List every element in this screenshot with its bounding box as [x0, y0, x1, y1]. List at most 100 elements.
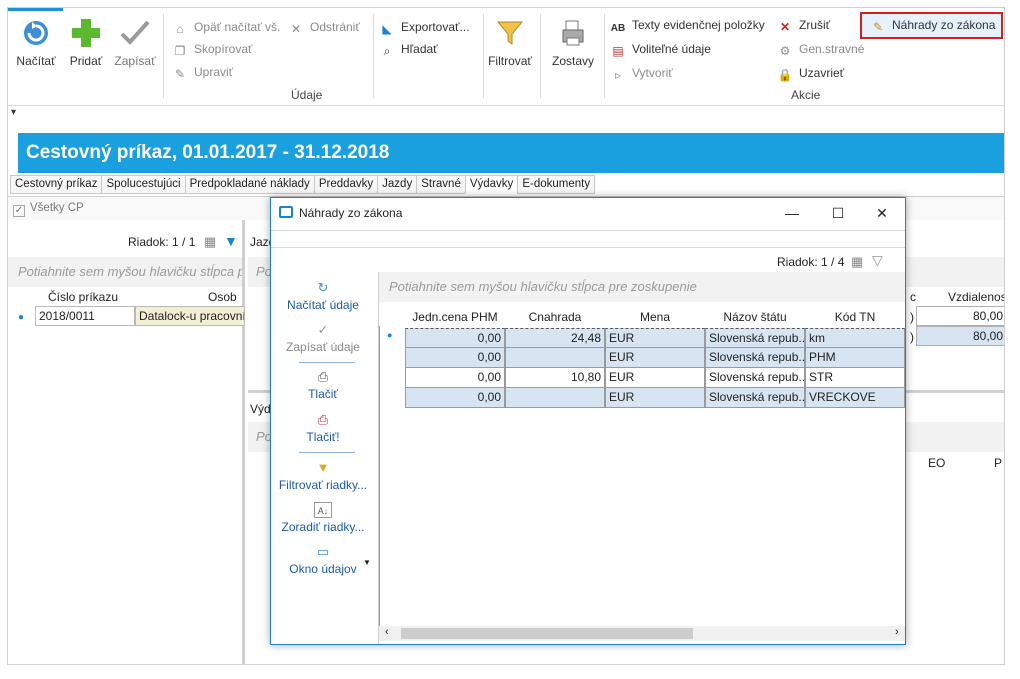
create-button[interactable]: ▹ Vytvoriť — [610, 64, 673, 82]
filter-icon[interactable]: ▼ — [224, 233, 238, 249]
tn-code-cell[interactable]: STR — [805, 368, 905, 388]
column-header-order-number[interactable]: Číslo príkazu — [48, 290, 118, 304]
export-button[interactable]: ◣ Exportovať... — [379, 18, 469, 36]
reload-all-button[interactable]: ⌂ Opäť načítať vš. — [172, 18, 280, 36]
sort-rows-button[interactable]: A↓ Zoradiť riadky... — [271, 502, 375, 534]
grid-left-line — [379, 326, 380, 626]
save-data-button[interactable]: ✓ Zapísať údaje — [271, 322, 375, 354]
all-orders-checkbox[interactable]: ✓ Všetky CP — [13, 202, 84, 217]
filter-icon — [496, 21, 524, 45]
scroll-left-icon[interactable]: ‹ — [385, 626, 389, 638]
tab-meals[interactable]: Stravné — [416, 175, 465, 194]
country-cell[interactable]: Slovenská repub... — [705, 328, 805, 348]
group-hint[interactable]: Potiahnite sem myšou hlavičku stĺpca pre… — [8, 257, 242, 287]
delete-button[interactable]: ✕ Odstrániť — [288, 18, 360, 36]
tab-expected-costs[interactable]: Predpokladané náklady — [184, 175, 314, 194]
paren-2: ) — [910, 330, 914, 344]
country-cell[interactable]: Slovenská repub... — [705, 348, 805, 368]
person-cell[interactable]: Datalock-u pracovník — [135, 306, 245, 326]
filter-icon: ▼ — [316, 460, 330, 475]
divider — [299, 362, 355, 363]
data-window-button[interactable]: ▭ Okno údajov — [271, 544, 375, 576]
fuel-price-cell[interactable]: 0,00 — [405, 328, 505, 348]
column-header-compensation[interactable]: Cnahrada — [505, 308, 605, 326]
row-counter: Riadok: 1 / 1 — [128, 235, 196, 249]
fuel-price-cell[interactable]: 0,00 — [405, 388, 505, 408]
window-icon: ▭ — [316, 544, 330, 559]
tab-e-documents[interactable]: E-dokumenty — [517, 175, 596, 194]
tn-code-cell[interactable]: PHM — [805, 348, 905, 368]
distance-cell[interactable]: 80,00 — [916, 306, 1004, 326]
lock-icon: 🔒 — [777, 68, 793, 82]
tab-travel-order[interactable]: Cestovný príkaz — [10, 175, 102, 194]
tab-rides[interactable]: Jazdy — [377, 175, 417, 194]
column-header-country[interactable]: Názov štátu — [705, 308, 805, 326]
ribbon: Načítať Pridať Zapísať ⌂ Opäť načítať vš.… — [8, 8, 1004, 106]
currency-cell[interactable]: EUR — [605, 328, 705, 348]
compensation-cell[interactable]: 10,80 — [505, 368, 605, 388]
tn-code-cell[interactable]: km — [805, 328, 905, 348]
divider — [299, 452, 355, 453]
search-button[interactable]: ⌕ Hľadať — [379, 40, 438, 58]
load-data-button[interactable]: ↻ Načítať údaje — [271, 280, 375, 312]
filter-button[interactable]: Filtrovať — [486, 16, 534, 68]
delete-icon: ✕ — [290, 22, 302, 36]
column-header-currency[interactable]: Mena — [605, 308, 705, 326]
order-number-cell[interactable]: 2018/0011 — [35, 306, 135, 326]
scroll-thumb[interactable] — [401, 628, 693, 639]
close-trip-button[interactable]: 🔒 Uzavrieť — [777, 64, 845, 82]
country-cell[interactable]: Slovenská repub... — [705, 368, 805, 388]
tab-co-travelers[interactable]: Spolucestujúci — [101, 175, 185, 194]
gears-icon: ⚙ — [779, 44, 791, 58]
print-button[interactable]: ⎙ Tlačiť — [271, 369, 375, 401]
group-hint[interactable]: Potiahnite sem myšou hlavičku stĺpca pre… — [379, 272, 905, 302]
maximize-button[interactable]: ☐ — [823, 202, 853, 224]
print-now-button[interactable]: ⎙ Tlačiť! — [271, 412, 375, 444]
tab-expenses[interactable]: Výdavky — [464, 175, 518, 194]
create-icon: ▹ — [614, 68, 622, 82]
currency-cell[interactable]: EUR — [605, 388, 705, 408]
column-header-fuel-price[interactable]: Jedn.cena PHM — [405, 308, 505, 326]
minimize-button[interactable]: — — [777, 202, 807, 224]
tn-code-cell[interactable]: VRECKOVE — [805, 388, 905, 408]
scroll-right-icon[interactable]: › — [895, 626, 899, 638]
filter-rows-button[interactable]: ▼ Filtrovať riadky... — [271, 460, 375, 492]
distance-cell[interactable]: 80,00 — [916, 326, 1004, 346]
filter-outline-icon[interactable]: ▽ — [872, 252, 883, 269]
load-button[interactable]: Načítať — [14, 16, 58, 68]
currency-cell[interactable]: EUR — [605, 348, 705, 368]
compensation-cell[interactable] — [505, 348, 605, 368]
copy-button[interactable]: ❐ Skopírovať — [172, 40, 253, 58]
ribbon-separator — [540, 14, 541, 98]
edit-button[interactable]: ✎ Upraviť — [172, 63, 233, 81]
close-button[interactable]: ✕ — [867, 202, 897, 224]
compensation-cell[interactable] — [505, 388, 605, 408]
save-button[interactable]: Zapísať — [112, 16, 158, 68]
item-texts-button[interactable]: AB Texty evidenčnej položky — [610, 16, 765, 34]
column-header-person[interactable]: Osob — [208, 290, 237, 304]
quick-access-toggle[interactable]: ▾ — [8, 107, 1004, 127]
compensation-cell[interactable]: 24,48 — [505, 328, 605, 348]
fuel-price-cell[interactable]: 0,00 — [405, 368, 505, 388]
currency-cell[interactable]: EUR — [605, 368, 705, 388]
column-header-tn-code[interactable]: Kód TN — [805, 308, 905, 326]
add-button[interactable]: Pridať — [66, 16, 106, 68]
ribbon-separator — [604, 14, 605, 98]
grid-layout-icon[interactable]: ▦ — [204, 234, 216, 250]
tab-advances[interactable]: Preddavky — [313, 175, 378, 194]
check-icon: ✓ — [317, 322, 329, 337]
chevron-down-icon[interactable]: ▼ — [363, 558, 371, 567]
cancel-button[interactable]: ✕ Zrušiť — [777, 16, 830, 34]
fuel-price-cell[interactable]: 0,00 — [405, 348, 505, 368]
ribbon-accent — [8, 8, 63, 11]
ribbon-separator — [483, 14, 484, 98]
reports-button[interactable]: Zostavy — [548, 16, 598, 68]
country-cell[interactable]: Slovenská repub... — [705, 388, 805, 408]
horizontal-scrollbar[interactable]: ‹ › — [379, 626, 905, 641]
printer-red-icon: ⎙ — [317, 412, 329, 427]
optional-data-button[interactable]: ▤ Voliteľné údaje — [610, 40, 711, 58]
search-icon: ⌕ — [383, 44, 391, 58]
grid-layout-icon[interactable]: ▦ — [851, 254, 863, 270]
gen-meals-button[interactable]: ⚙ Gen.stravné — [777, 40, 865, 58]
statutory-compensation-label[interactable]: ✎ Náhrady zo zákona — [870, 16, 995, 34]
